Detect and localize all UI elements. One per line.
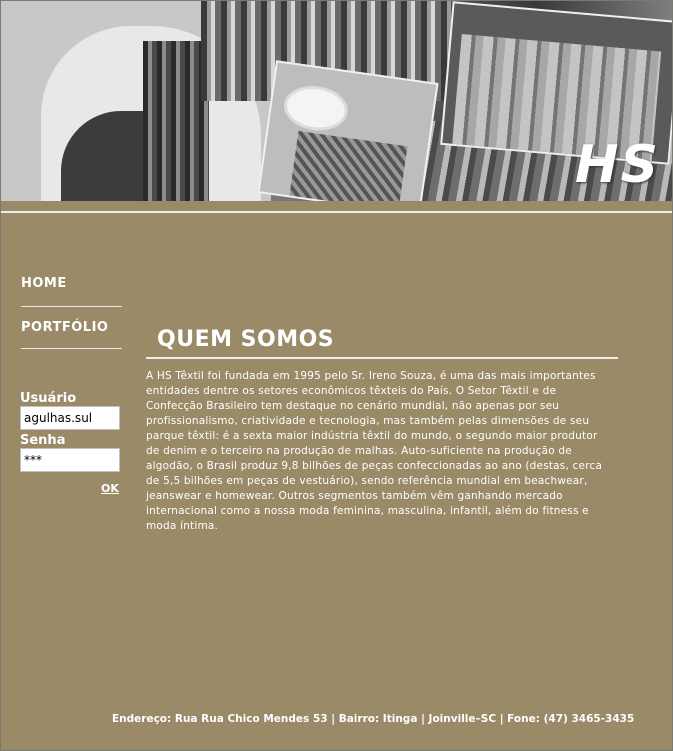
user-label: Usuário — [20, 391, 77, 406]
login-form: Usuário Senha OK — [20, 391, 120, 495]
password-label: Senha — [20, 433, 66, 448]
banner-divider — [1, 211, 672, 213]
title-divider — [146, 357, 618, 359]
about-text: A HS Têxtil foi fundada em 1995 pelo Sr.… — [146, 370, 603, 532]
nav-item-home[interactable]: HOME — [21, 276, 67, 291]
header-banner: HS — [1, 1, 672, 201]
password-input[interactable] — [20, 448, 120, 472]
username-input[interactable] — [20, 406, 120, 430]
login-ok-button[interactable]: OK — [101, 482, 119, 495]
page-frame: HS HOME PORTFÓLIO Usuário Senha OK QUEM … — [0, 0, 673, 751]
banner-photo-plate — [257, 60, 439, 201]
footer-address: Endereço: Rua Rua Chico Mendes 53 | Bair… — [112, 713, 635, 725]
nav-item-portfolio[interactable]: PORTFÓLIO — [21, 320, 108, 335]
nav-divider — [21, 306, 122, 307]
site-logo[interactable]: HS — [575, 135, 660, 195]
nav-divider — [21, 348, 122, 349]
page-title: QUEM SOMOS — [157, 327, 335, 352]
